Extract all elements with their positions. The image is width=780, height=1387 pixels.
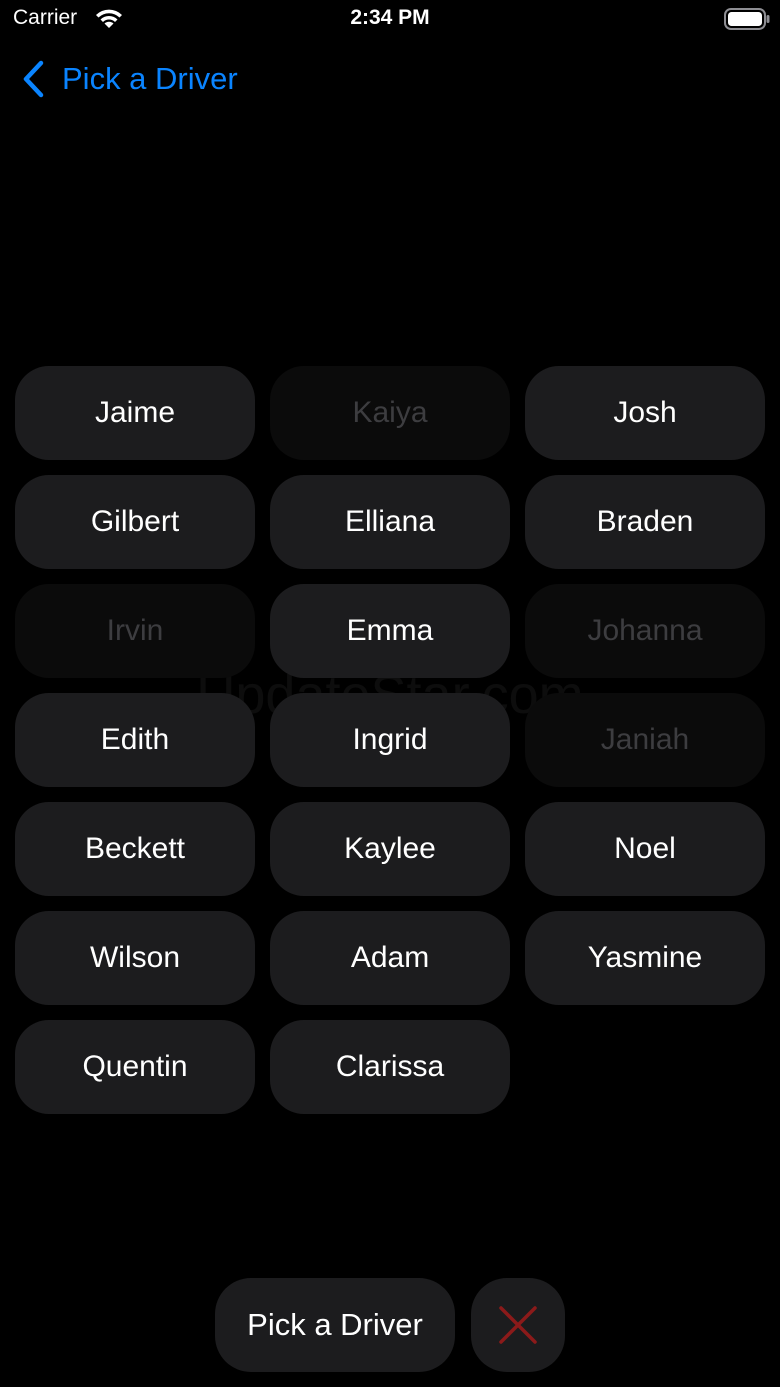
driver-chip[interactable]: Janiah: [525, 693, 765, 787]
driver-chip[interactable]: Emma: [270, 584, 510, 678]
driver-chip[interactable]: Johanna: [525, 584, 765, 678]
clear-button[interactable]: [471, 1278, 565, 1372]
driver-chip[interactable]: Irvin: [15, 584, 255, 678]
chevron-left-icon: [23, 60, 44, 98]
driver-chip[interactable]: Clarissa: [270, 1020, 510, 1114]
back-button[interactable]: Pick a Driver: [20, 56, 238, 102]
driver-chip[interactable]: Noel: [525, 802, 765, 896]
driver-chip[interactable]: Kaiya: [270, 366, 510, 460]
driver-chip[interactable]: Elliana: [270, 475, 510, 569]
driver-chip[interactable]: Kaylee: [270, 802, 510, 896]
pick-driver-button[interactable]: Pick a Driver: [215, 1278, 455, 1372]
driver-chip[interactable]: Jaime: [15, 366, 255, 460]
driver-chip[interactable]: Josh: [525, 366, 765, 460]
status-bar: Carrier 2:34 PM: [0, 0, 780, 40]
driver-chip[interactable]: Gilbert: [15, 475, 255, 569]
driver-chip[interactable]: Beckett: [15, 802, 255, 896]
back-button-label: Pick a Driver: [62, 61, 238, 96]
clock: 2:34 PM: [350, 6, 430, 29]
driver-chip[interactable]: Wilson: [15, 911, 255, 1005]
driver-chip[interactable]: Quentin: [15, 1020, 255, 1114]
driver-grid: Jaime Kaiya Josh Gilbert Elliana Braden …: [15, 366, 765, 1114]
driver-chip[interactable]: Ingrid: [270, 693, 510, 787]
driver-chip[interactable]: Braden: [525, 475, 765, 569]
battery-icon: [724, 8, 770, 30]
close-icon: [499, 1306, 537, 1344]
driver-chip[interactable]: Adam: [270, 911, 510, 1005]
driver-chip[interactable]: Yasmine: [525, 911, 765, 1005]
driver-chip[interactable]: Edith: [15, 693, 255, 787]
